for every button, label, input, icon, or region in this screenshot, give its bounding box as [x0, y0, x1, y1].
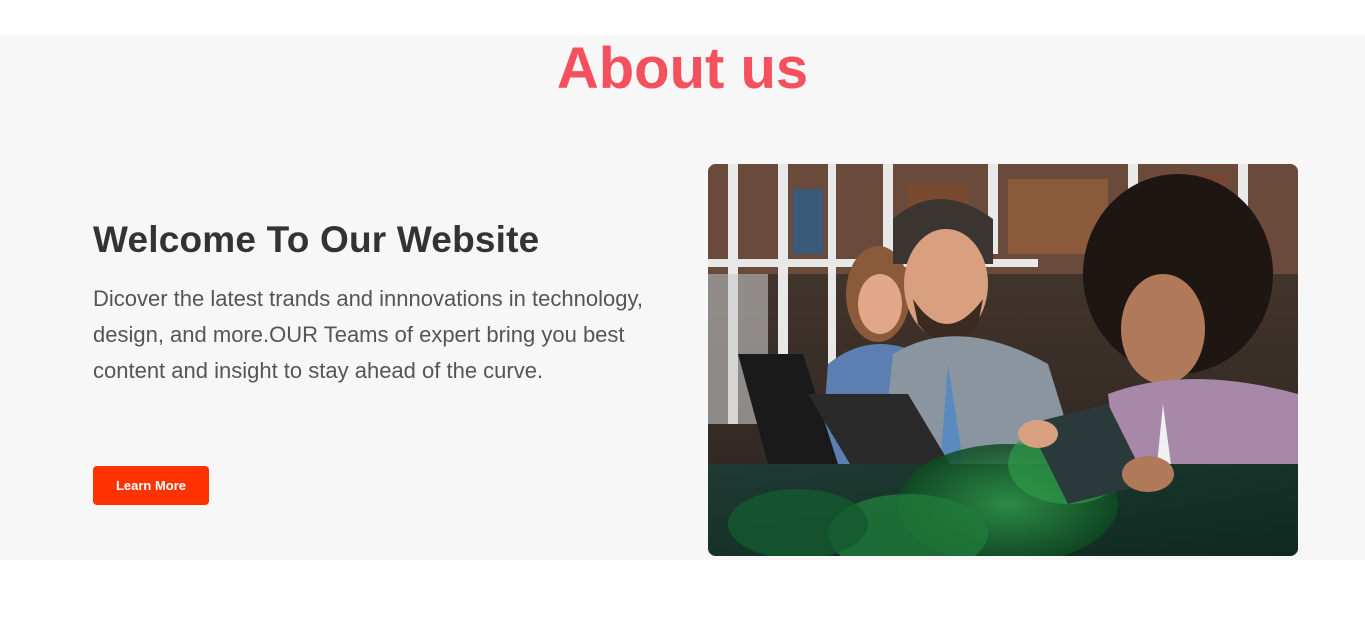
about-text-column: Welcome To Our Website Dicover the lates…: [93, 217, 683, 389]
team-photo-illustration: [708, 164, 1298, 556]
section-title: About us: [556, 36, 809, 101]
welcome-heading: Welcome To Our Website: [93, 219, 540, 260]
team-photo: [708, 164, 1298, 556]
welcome-description: Dicover the latest trands and innnovatio…: [93, 286, 643, 383]
learn-more-button[interactable]: Learn More: [93, 466, 209, 505]
about-section: About us Welcome To Our Website Dicover …: [0, 35, 1365, 560]
